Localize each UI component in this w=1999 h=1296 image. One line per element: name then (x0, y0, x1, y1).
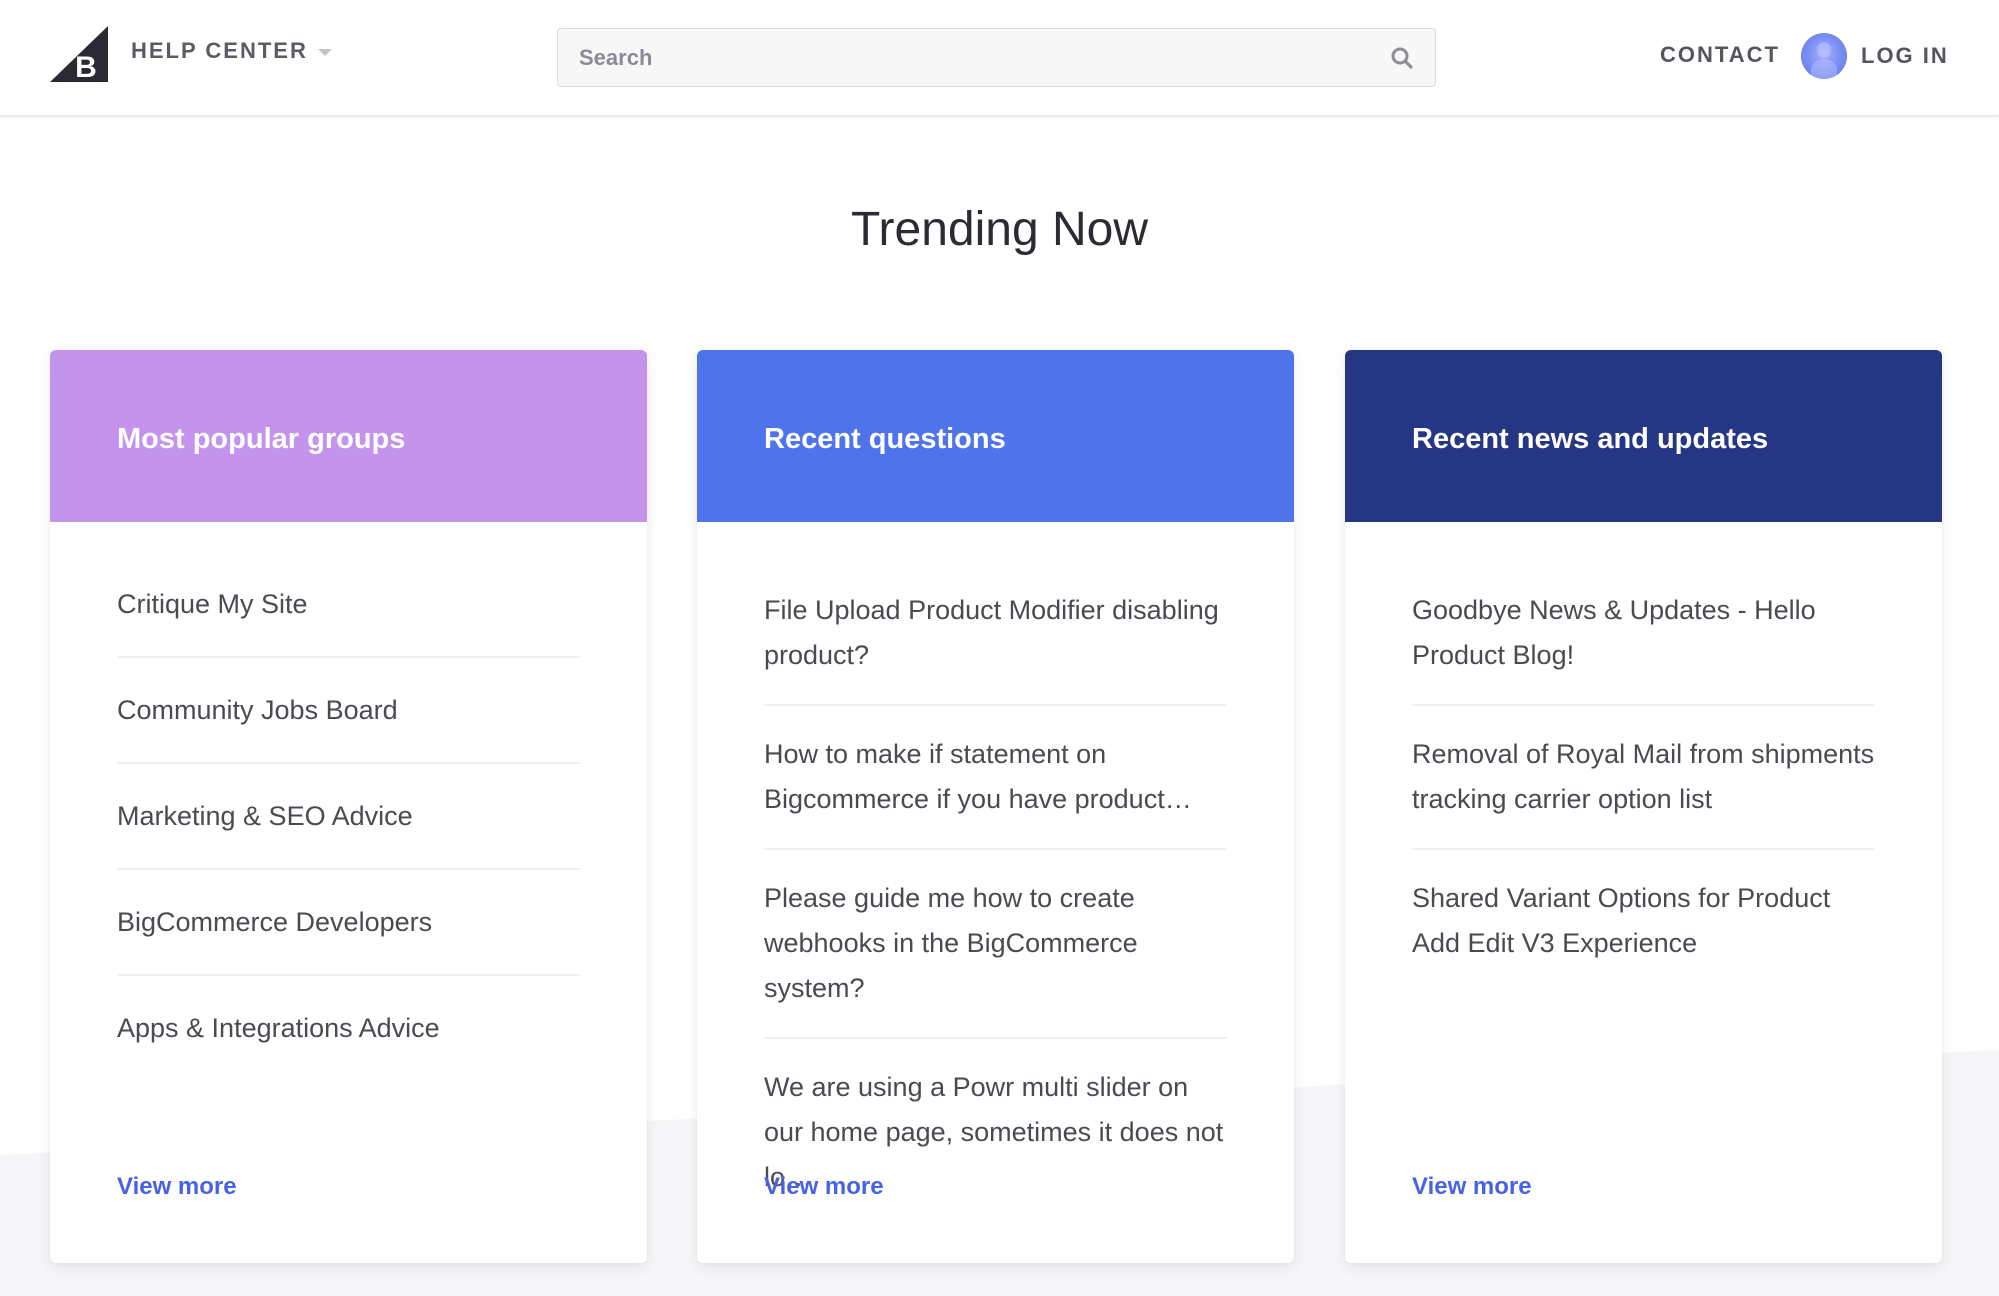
card-list: File Upload Product Modifier disabling p… (697, 522, 1294, 1226)
svg-text:B: B (75, 51, 97, 82)
list-item[interactable]: Please guide me how to create webhooks i… (764, 850, 1227, 1039)
card-title: Most popular groups (117, 422, 406, 455)
contact-link[interactable]: CONTACT (1660, 42, 1780, 68)
top-navigation-bar: B HELP CENTER CONTACT LOG IN (0, 0, 1999, 117)
list-item[interactable]: File Upload Product Modifier disabling p… (764, 572, 1227, 706)
card-recent-questions: Recent questions File Upload Product Mod… (697, 350, 1294, 1263)
list-item[interactable]: Shared Variant Options for Product Add E… (1412, 850, 1875, 992)
search-box (557, 28, 1436, 87)
list-item[interactable]: Marketing & SEO Advice (117, 764, 580, 870)
view-more-link[interactable]: View more (764, 1173, 884, 1201)
log-in-button[interactable]: LOG IN (1801, 33, 1949, 79)
card-list: Critique My Site Community Jobs Board Ma… (50, 522, 647, 1080)
view-more-link[interactable]: View more (117, 1173, 237, 1201)
list-item[interactable]: Removal of Royal Mail from shipments tra… (1412, 706, 1875, 850)
view-more-link[interactable]: View more (1412, 1173, 1532, 1201)
card-header: Recent questions (697, 350, 1294, 522)
log-in-label: LOG IN (1861, 43, 1949, 68)
card-recent-news-and-updates: Recent news and updates Goodbye News & U… (1345, 350, 1942, 1263)
list-item[interactable]: How to make if statement on Bigcommerce … (764, 706, 1227, 850)
chevron-down-icon (317, 48, 332, 56)
page-title: Trending Now (850, 203, 1149, 256)
list-item[interactable]: Community Jobs Board (117, 658, 580, 764)
card-list: Goodbye News & Updates - Hello Product B… (1345, 522, 1942, 992)
card-header: Recent news and updates (1345, 350, 1942, 522)
card-header: Most popular groups (50, 350, 647, 522)
bigcommerce-logo-icon[interactable]: B (50, 26, 108, 82)
card-title: Recent questions (764, 422, 1006, 455)
list-item[interactable]: Apps & Integrations Advice (117, 976, 580, 1080)
list-item[interactable]: BigCommerce Developers (117, 870, 580, 976)
user-avatar-icon (1801, 33, 1847, 79)
card-title: Recent news and updates (1412, 422, 1769, 455)
list-item[interactable]: Critique My Site (117, 572, 580, 658)
search-input[interactable] (558, 29, 1389, 86)
list-item[interactable]: Goodbye News & Updates - Hello Product B… (1412, 572, 1875, 706)
card-most-popular-groups: Most popular groups Critique My Site Com… (50, 350, 647, 1263)
help-center-label: HELP CENTER (131, 38, 308, 63)
help-center-menu[interactable]: HELP CENTER (131, 38, 332, 64)
search-icon[interactable] (1389, 45, 1415, 71)
